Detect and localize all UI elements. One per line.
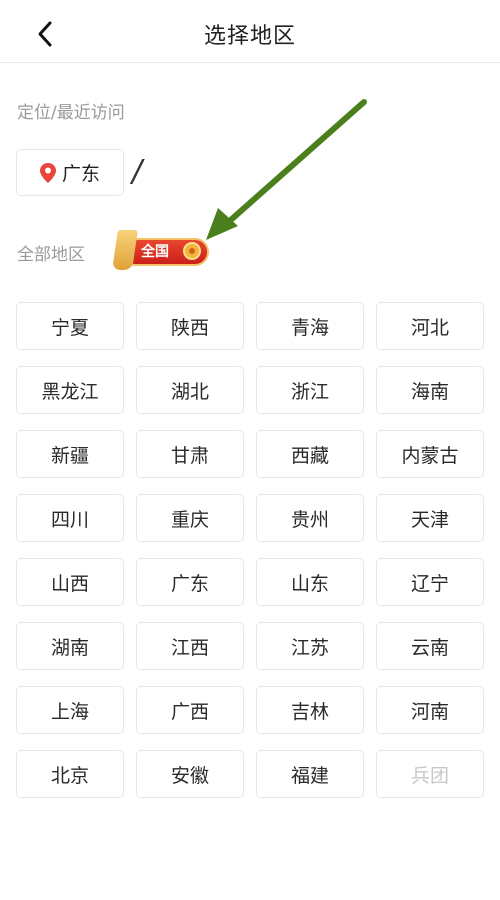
region-button[interactable]: 新疆 xyxy=(16,430,124,478)
current-location-chip[interactable]: 广东 xyxy=(16,149,124,196)
region-button[interactable]: 黑龙江 xyxy=(16,366,124,414)
region-button[interactable]: 山东 xyxy=(256,558,364,606)
region-button[interactable]: 广西 xyxy=(136,686,244,734)
region-button[interactable]: 辽宁 xyxy=(376,558,484,606)
region-button[interactable]: 海南 xyxy=(376,366,484,414)
region-button[interactable]: 内蒙古 xyxy=(376,430,484,478)
region-button[interactable]: 安徽 xyxy=(136,750,244,798)
region-button[interactable]: 上海 xyxy=(16,686,124,734)
national-badge-label: 全国 xyxy=(141,244,169,260)
region-button[interactable]: 青海 xyxy=(256,302,364,350)
region-button[interactable]: 宁夏 xyxy=(16,302,124,350)
map-pin-icon xyxy=(39,162,56,183)
region-button[interactable]: 贵州 xyxy=(256,494,364,542)
region-button[interactable]: 浙江 xyxy=(256,366,364,414)
region-button[interactable]: 四川 xyxy=(16,494,124,542)
region-button[interactable]: 河北 xyxy=(376,302,484,350)
region-button[interactable]: 重庆 xyxy=(136,494,244,542)
region-button[interactable]: 湖南 xyxy=(16,622,124,670)
region-button[interactable]: 北京 xyxy=(16,750,124,798)
region-button[interactable]: 吉林 xyxy=(256,686,364,734)
region-button: 兵团 xyxy=(376,750,484,798)
region-grid: 宁夏 陕西 青海 河北黑龙江 湖北 浙江 海南新疆 甘肃 西藏 内蒙古四川 重庆 贵州 天津山西 广东 山东… xyxy=(16,302,484,798)
region-button[interactable]: 河南 xyxy=(376,686,484,734)
region-button[interactable]: 广东 xyxy=(136,558,244,606)
region-button[interactable]: 江西 xyxy=(136,622,244,670)
region-picker-page: 选择地区 定位/最近访问 广东 / 全部地区 全国 宁夏 陕西 青海 河北黑龙江 湖北浙… xyxy=(0,0,500,900)
region-button[interactable]: 西藏 xyxy=(256,430,364,478)
all-regions-section-label: 全部地区 xyxy=(17,245,85,265)
region-button[interactable]: 江苏 xyxy=(256,622,364,670)
current-location-label: 广东 xyxy=(61,163,100,185)
recent-section-label: 定位/最近访问 xyxy=(17,103,125,123)
text-cursor-mark: / xyxy=(132,154,143,189)
region-button[interactable]: 天津 xyxy=(376,494,484,542)
page-title: 选择地区 xyxy=(203,24,296,49)
national-badge-button[interactable]: 全国 xyxy=(112,226,211,274)
emblem-icon xyxy=(183,242,201,260)
region-button[interactable]: 甘肃 xyxy=(136,430,244,478)
region-button[interactable]: 陕西 xyxy=(136,302,244,350)
region-button[interactable]: 云南 xyxy=(376,622,484,670)
region-button[interactable]: 湖北 xyxy=(136,366,244,414)
region-button[interactable]: 山西 xyxy=(16,558,124,606)
region-button[interactable]: 福建 xyxy=(256,750,364,798)
top-nav-bar: 选择地区 xyxy=(0,0,500,63)
